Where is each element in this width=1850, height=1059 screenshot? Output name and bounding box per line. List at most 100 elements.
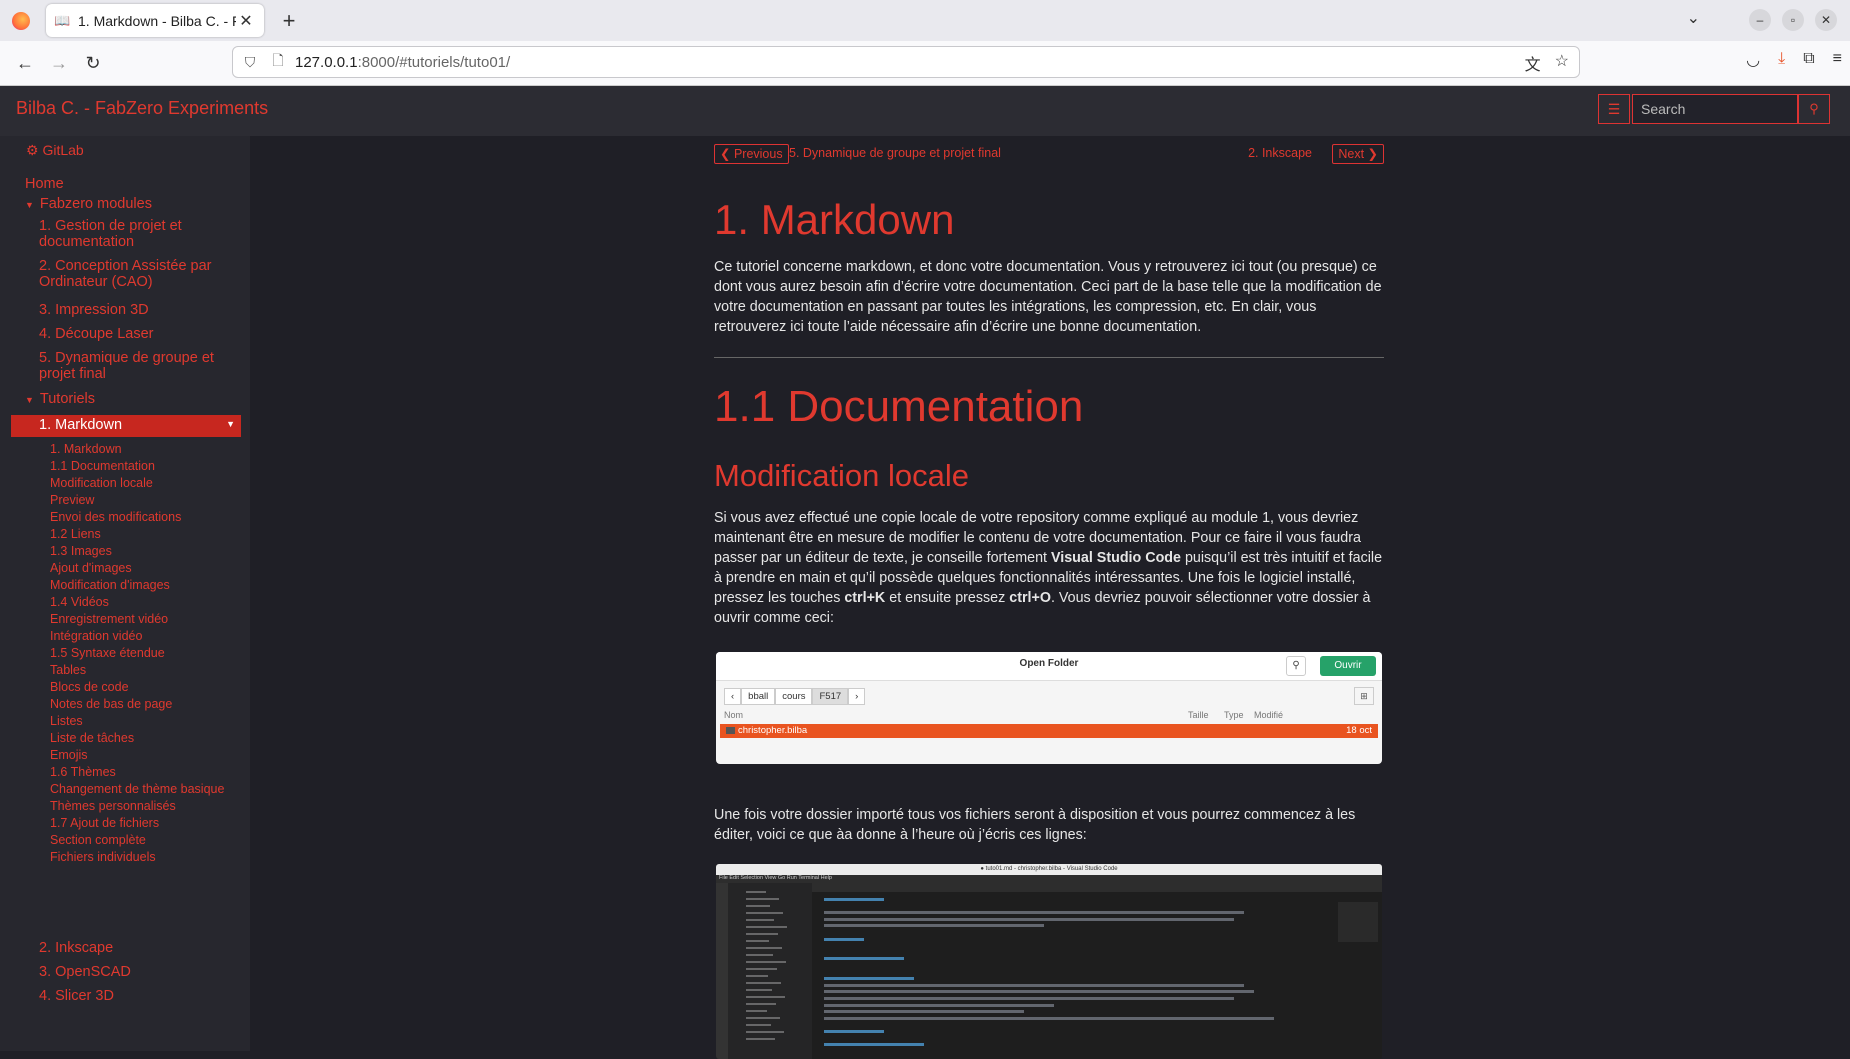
url-host: 127.0.0.1 xyxy=(295,53,358,71)
caret-down-icon: ▼ xyxy=(25,395,34,405)
explorer-entry xyxy=(746,1038,775,1040)
shield-icon[interactable]: ⛉ xyxy=(239,54,261,71)
path-breadcrumb: ‹ bball cours F517 › xyxy=(724,688,866,705)
sidebar-toc-item[interactable]: 1.4 Vidéos xyxy=(50,595,109,609)
translate-icon[interactable]: 文 xyxy=(1525,51,1541,75)
subsection-title: Modification locale xyxy=(714,458,970,493)
back-icon[interactable]: ← xyxy=(8,53,42,74)
explorer-entry xyxy=(746,1003,776,1005)
sidebar-toc-item[interactable]: Envoi des modifications xyxy=(50,510,181,524)
maximize-icon[interactable]: ▫ xyxy=(1782,9,1804,31)
sidebar-toc-item[interactable]: Blocs de code xyxy=(50,680,129,694)
chevron-right-icon: › xyxy=(848,688,866,705)
code-line xyxy=(824,937,864,941)
sidebar-toc-item[interactable]: Thèmes personnalisés xyxy=(50,799,176,813)
sidebar-item-module-1[interactable]: 1. Gestion de projet et documentation xyxy=(39,218,182,250)
reload-icon[interactable]: ↻ xyxy=(76,53,110,74)
sidebar-toc-item[interactable]: Tables xyxy=(50,663,86,677)
sidebar-toc-item[interactable]: Emojis xyxy=(50,748,88,762)
url-bar[interactable]: ⛉ 🗋 127.0.0.1:8000/#tutoriels/tuto01/ 文 … xyxy=(232,46,1580,78)
next-page-title[interactable]: 2. Inkscape xyxy=(1248,146,1312,160)
close-tab-icon[interactable]: ✕ xyxy=(236,11,256,31)
sidebar-item-home[interactable]: Home xyxy=(25,176,64,192)
sidebar-item-tutoriels[interactable]: ▼ Tutoriels xyxy=(25,391,95,407)
sidebar-item-inkscape[interactable]: 2. Inkscape xyxy=(39,940,113,956)
search-icon[interactable]: ⚲ xyxy=(1798,94,1830,124)
sidebar-toc-item[interactable]: 1.2 Liens xyxy=(50,527,101,541)
minimize-icon[interactable]: – xyxy=(1749,9,1771,31)
code-line xyxy=(824,1043,924,1047)
sidebar-toc-item[interactable]: 1.1 Documentation xyxy=(50,459,155,473)
sidebar-toc-item[interactable]: Liste de tâches xyxy=(50,731,134,745)
new-tab-icon[interactable]: + xyxy=(274,8,304,34)
col-name: Nom xyxy=(724,710,744,720)
pocket-icon[interactable]: ◡ xyxy=(1746,50,1760,70)
code-line xyxy=(824,997,1234,1000)
gitlab-link[interactable]: ⚙ GitLab xyxy=(26,142,84,159)
explorer-entry xyxy=(746,912,783,914)
vscode-activity-bar xyxy=(716,883,728,1059)
sidebar-toc-item[interactable]: Preview xyxy=(50,493,94,507)
sidebar-toc-item[interactable]: Section complète xyxy=(50,833,146,847)
sidebar-toc-item[interactable]: 1.7 Ajout de fichiers xyxy=(50,816,159,830)
extensions-icon[interactable]: ⧉ xyxy=(1803,50,1814,70)
sidebar-toc-item[interactable]: Intégration vidéo xyxy=(50,629,142,643)
sidebar-toc-item[interactable]: Ajout d'images xyxy=(50,561,132,575)
sidebar-item-module-4[interactable]: 4. Découpe Laser xyxy=(39,326,153,342)
page-icon: 📖 xyxy=(54,12,71,28)
sidebar-toc-item[interactable]: Modification d'images xyxy=(50,578,170,592)
sidebar-item-slicer[interactable]: 4. Slicer 3D xyxy=(39,988,114,1004)
previous-page-title[interactable]: 5. Dynamique de groupe et projet final xyxy=(789,146,1001,160)
sidebar-item-openscad[interactable]: 3. OpenSCAD xyxy=(39,964,131,980)
folder-icon xyxy=(726,727,735,734)
caret-down-icon: ▼ xyxy=(25,200,34,210)
sidebar-toc-item[interactable]: Fichiers individuels xyxy=(50,850,156,864)
tab-title: 1. Markdown - Bilba C. - F xyxy=(78,12,236,29)
sidebar-toc-item[interactable]: 1. Markdown xyxy=(50,442,122,456)
modification-paragraph: Si vous avez effectué une copie locale d… xyxy=(714,508,1384,628)
close-window-icon[interactable]: ✕ xyxy=(1815,9,1837,31)
page-info-icon[interactable]: 🗋 xyxy=(267,50,289,74)
folder-row: christopher.bilba 18 oct xyxy=(720,724,1378,738)
previous-button[interactable]: ❮ Previous xyxy=(714,144,789,164)
sidebar-toc-item[interactable]: Listes xyxy=(50,714,83,728)
gitlab-icon: ⚙ xyxy=(26,142,43,158)
sidebar-toc-item[interactable]: Enregistrement vidéo xyxy=(50,612,168,626)
import-paragraph: Une fois votre dossier importé tous vos … xyxy=(714,807,1356,843)
browser-tab[interactable]: 📖 1. Markdown - Bilba C. - F ✕ xyxy=(46,4,264,37)
page-title: 1. Markdown xyxy=(714,196,955,243)
sidebar-item-module-2[interactable]: 2. Conception Assistée par Ordinateur (CA… xyxy=(39,258,212,290)
search-input[interactable] xyxy=(1632,94,1798,124)
explorer-entry xyxy=(746,933,778,935)
vscode-menu: File Edit Selection View Go Run Terminal… xyxy=(716,875,1382,883)
new-folder-icon: ⊞ xyxy=(1354,687,1374,705)
sidebar-toc-item[interactable]: 1.6 Thèmes xyxy=(50,765,116,779)
sidebar-item-module-3[interactable]: 3. Impression 3D xyxy=(39,302,149,318)
sidebar-toc-item[interactable]: 1.3 Images xyxy=(50,544,112,558)
menu-icon[interactable]: ≡ xyxy=(1833,50,1842,70)
bookmark-star-icon[interactable]: ☆ xyxy=(1555,51,1569,75)
sidebar-label: Fabzero modules xyxy=(39,196,152,212)
site-title[interactable]: Bilba C. - FabZero Experiments xyxy=(16,98,268,119)
chevron-left-icon: ❮ xyxy=(720,147,734,161)
sidebar-item-module-5[interactable]: 5. Dynamique de groupe et projet final xyxy=(39,350,214,382)
explorer-entry xyxy=(746,961,786,963)
sidebar-toc-item[interactable]: Changement de thème basique xyxy=(50,782,224,796)
sidebar-item-fabzero-modules[interactable]: ▼ Fabzero modules xyxy=(25,196,152,212)
sidebar-toc-item[interactable]: Modification locale xyxy=(50,476,153,490)
tab-list-icon[interactable]: ⌄ xyxy=(1687,8,1700,28)
sidebar-item-active-markdown[interactable]: 1. Markdown ▼ xyxy=(11,415,241,437)
toc-list-icon[interactable]: ☰ xyxy=(1598,94,1630,124)
download-icon[interactable]: ⤓ xyxy=(1778,50,1785,70)
chevron-left-icon: ‹ xyxy=(724,688,742,705)
next-button[interactable]: Next ❯ xyxy=(1332,144,1384,164)
sidebar-toc-item[interactable]: Notes de bas de page xyxy=(50,697,172,711)
forward-icon[interactable]: → xyxy=(42,53,76,74)
crumb: cours xyxy=(775,688,813,705)
sidebar-toc-item[interactable]: 1.5 Syntaxe étendue xyxy=(50,646,165,660)
text: et ensuite pressez xyxy=(885,590,1010,606)
explorer-entry xyxy=(746,940,769,942)
divider xyxy=(714,357,1384,358)
main-content: ❮ Previous 5. Dynamique de groupe et pro… xyxy=(250,136,1850,1059)
sidebar-label: 2. Conception Assistée par xyxy=(39,258,212,274)
